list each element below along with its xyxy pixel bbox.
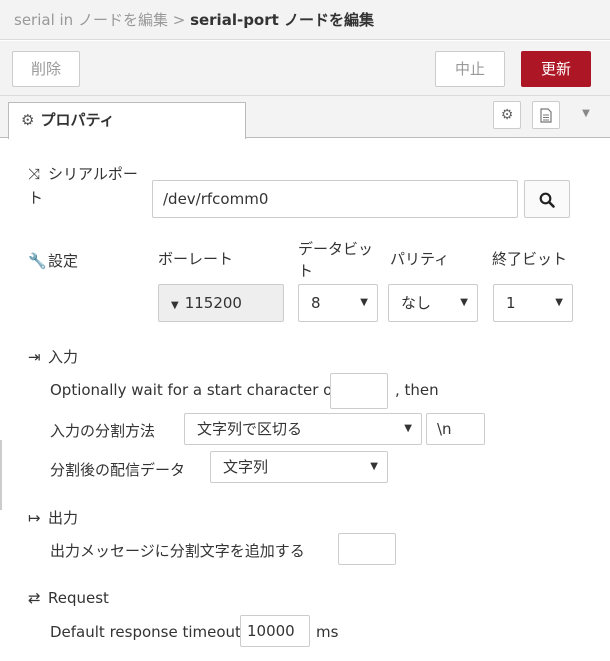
parity-select[interactable]: なし ▼ <box>388 284 478 322</box>
databits-header: データビット <box>298 240 374 280</box>
gear-icon: ⚙ <box>21 111 35 129</box>
chevron-down-icon: ▼ <box>460 297 468 308</box>
settings-tab-button[interactable]: ⚙ <box>493 101 521 129</box>
split-method-label: 入力の分割方法 <box>50 422 156 440</box>
baud-rate-input[interactable]: ▼ 115200 <box>158 284 284 322</box>
search-port-button[interactable] <box>524 180 570 218</box>
split-method-select[interactable]: 文字列で区切る ▼ <box>184 413 422 445</box>
caret-down-icon: ▼ <box>582 108 590 119</box>
wait-start-char-label: Optionally wait for a start character of <box>50 381 338 399</box>
breadcrumb-current: serial-port ノードを編集 <box>190 11 375 29</box>
sign-out-icon: ↦ <box>28 509 41 527</box>
sign-in-icon: ⇥ <box>28 348 41 366</box>
then-label: , then <box>395 381 439 399</box>
more-tabs-button[interactable]: ▼ <box>572 101 600 129</box>
document-icon <box>540 108 552 123</box>
split-char-input[interactable]: \n <box>426 413 485 445</box>
toolbar: 削除 中止 更新 <box>0 41 610 96</box>
baud-header: ボーレート <box>158 250 234 268</box>
deliver-label: 分割後の配信データ <box>50 461 186 479</box>
delete-button[interactable]: 削除 <box>12 51 80 87</box>
chevron-down-icon: ▼ <box>360 297 368 308</box>
chevron-down-icon: ▼ <box>555 297 563 308</box>
description-tab-button[interactable] <box>532 101 560 129</box>
cancel-button[interactable]: 中止 <box>435 51 505 87</box>
serial-port-label: ⤨ シリアルポート <box>28 162 143 210</box>
databits-select[interactable]: 8 ▼ <box>298 284 378 322</box>
deliver-select[interactable]: 文字列 ▼ <box>210 451 388 483</box>
exchange-icon: ⇄ <box>28 589 41 607</box>
settings-label: 🔧設定 <box>28 252 79 270</box>
timeout-unit: ms <box>316 623 339 641</box>
start-char-input[interactable] <box>330 373 388 409</box>
chevron-down-icon: ▼ <box>404 423 412 434</box>
tab-properties[interactable]: ⚙ プロパティ <box>8 102 246 139</box>
serial-port-input[interactable]: /dev/rfcomm0 <box>152 180 518 218</box>
update-button[interactable]: 更新 <box>521 51 591 87</box>
add-char-label: 出力メッセージに分割文字を追加する <box>50 542 305 560</box>
stopbits-select[interactable]: 1 ▼ <box>493 284 573 322</box>
add-char-input[interactable] <box>338 533 396 565</box>
breadcrumb: serial in ノードを編集 > serial-port ノードを編集 <box>0 0 610 40</box>
output-section-label: ↦ 出力 <box>28 509 79 527</box>
shuffle-icon: ⤨ <box>28 165 41 183</box>
input-section-label: ⇥ 入力 <box>28 348 79 366</box>
parity-header: パリティ <box>390 250 450 268</box>
request-section-label: ⇄ Request <box>28 589 109 607</box>
timeout-input[interactable]: 10000 <box>240 615 310 647</box>
timeout-label: Default response timeout <box>50 623 241 641</box>
resize-handle[interactable] <box>0 440 2 510</box>
gear-icon: ⚙ <box>500 107 514 123</box>
chevron-down-icon: ▼ <box>370 461 378 472</box>
breadcrumb-separator: > <box>167 11 191 29</box>
stopbits-header: 終了ビット <box>492 250 568 268</box>
wrench-icon: 🔧 <box>28 252 47 270</box>
breadcrumb-parent[interactable]: serial in ノードを編集 <box>14 11 168 29</box>
search-icon <box>539 192 555 208</box>
tab-properties-label: プロパティ <box>40 111 115 129</box>
caret-down-icon: ▼ <box>171 300 179 311</box>
